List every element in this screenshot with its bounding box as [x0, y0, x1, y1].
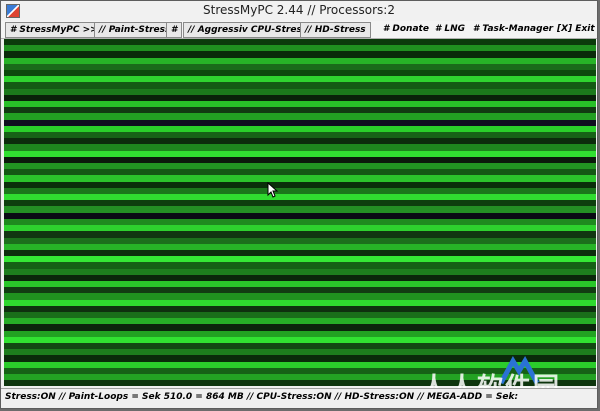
mouse-cursor-icon	[267, 182, 279, 198]
menu-hd-stress[interactable]: // HD-Stress	[300, 22, 371, 38]
menu-task-manager[interactable]: # Task-Manager	[469, 22, 557, 38]
app-window: StressMyPC 2.44 // Processors:2 # Stress…	[0, 0, 598, 409]
status-bar: Stress:ON // Paint-Loops = Sek 510.0 = 8…	[1, 388, 597, 408]
menu-stressmypc[interactable]: # StressMyPC >>	[5, 22, 103, 38]
status-text: Stress:ON // Paint-Loops = Sek 510.0 = 8…	[5, 392, 519, 402]
paint-stress-canvas	[4, 39, 596, 387]
menu-donate[interactable]: # Donate	[379, 22, 433, 38]
menu-hash[interactable]: #	[166, 22, 183, 38]
menu-aggressiv-cpu-stress[interactable]: // Aggressiv CPU-Stress	[183, 22, 313, 38]
menu-exit[interactable]: [X] Exit	[553, 22, 599, 38]
menu-paint-stress[interactable]: // Paint-Stress	[94, 22, 176, 38]
menu-bar: # StressMyPC >> // Paint-Stress # // Agg…	[1, 21, 597, 39]
title-bar[interactable]: StressMyPC 2.44 // Processors:2	[1, 1, 597, 21]
window-title: StressMyPC 2.44 // Processors:2	[203, 3, 395, 17]
menu-lng[interactable]: # LNG	[431, 22, 469, 38]
